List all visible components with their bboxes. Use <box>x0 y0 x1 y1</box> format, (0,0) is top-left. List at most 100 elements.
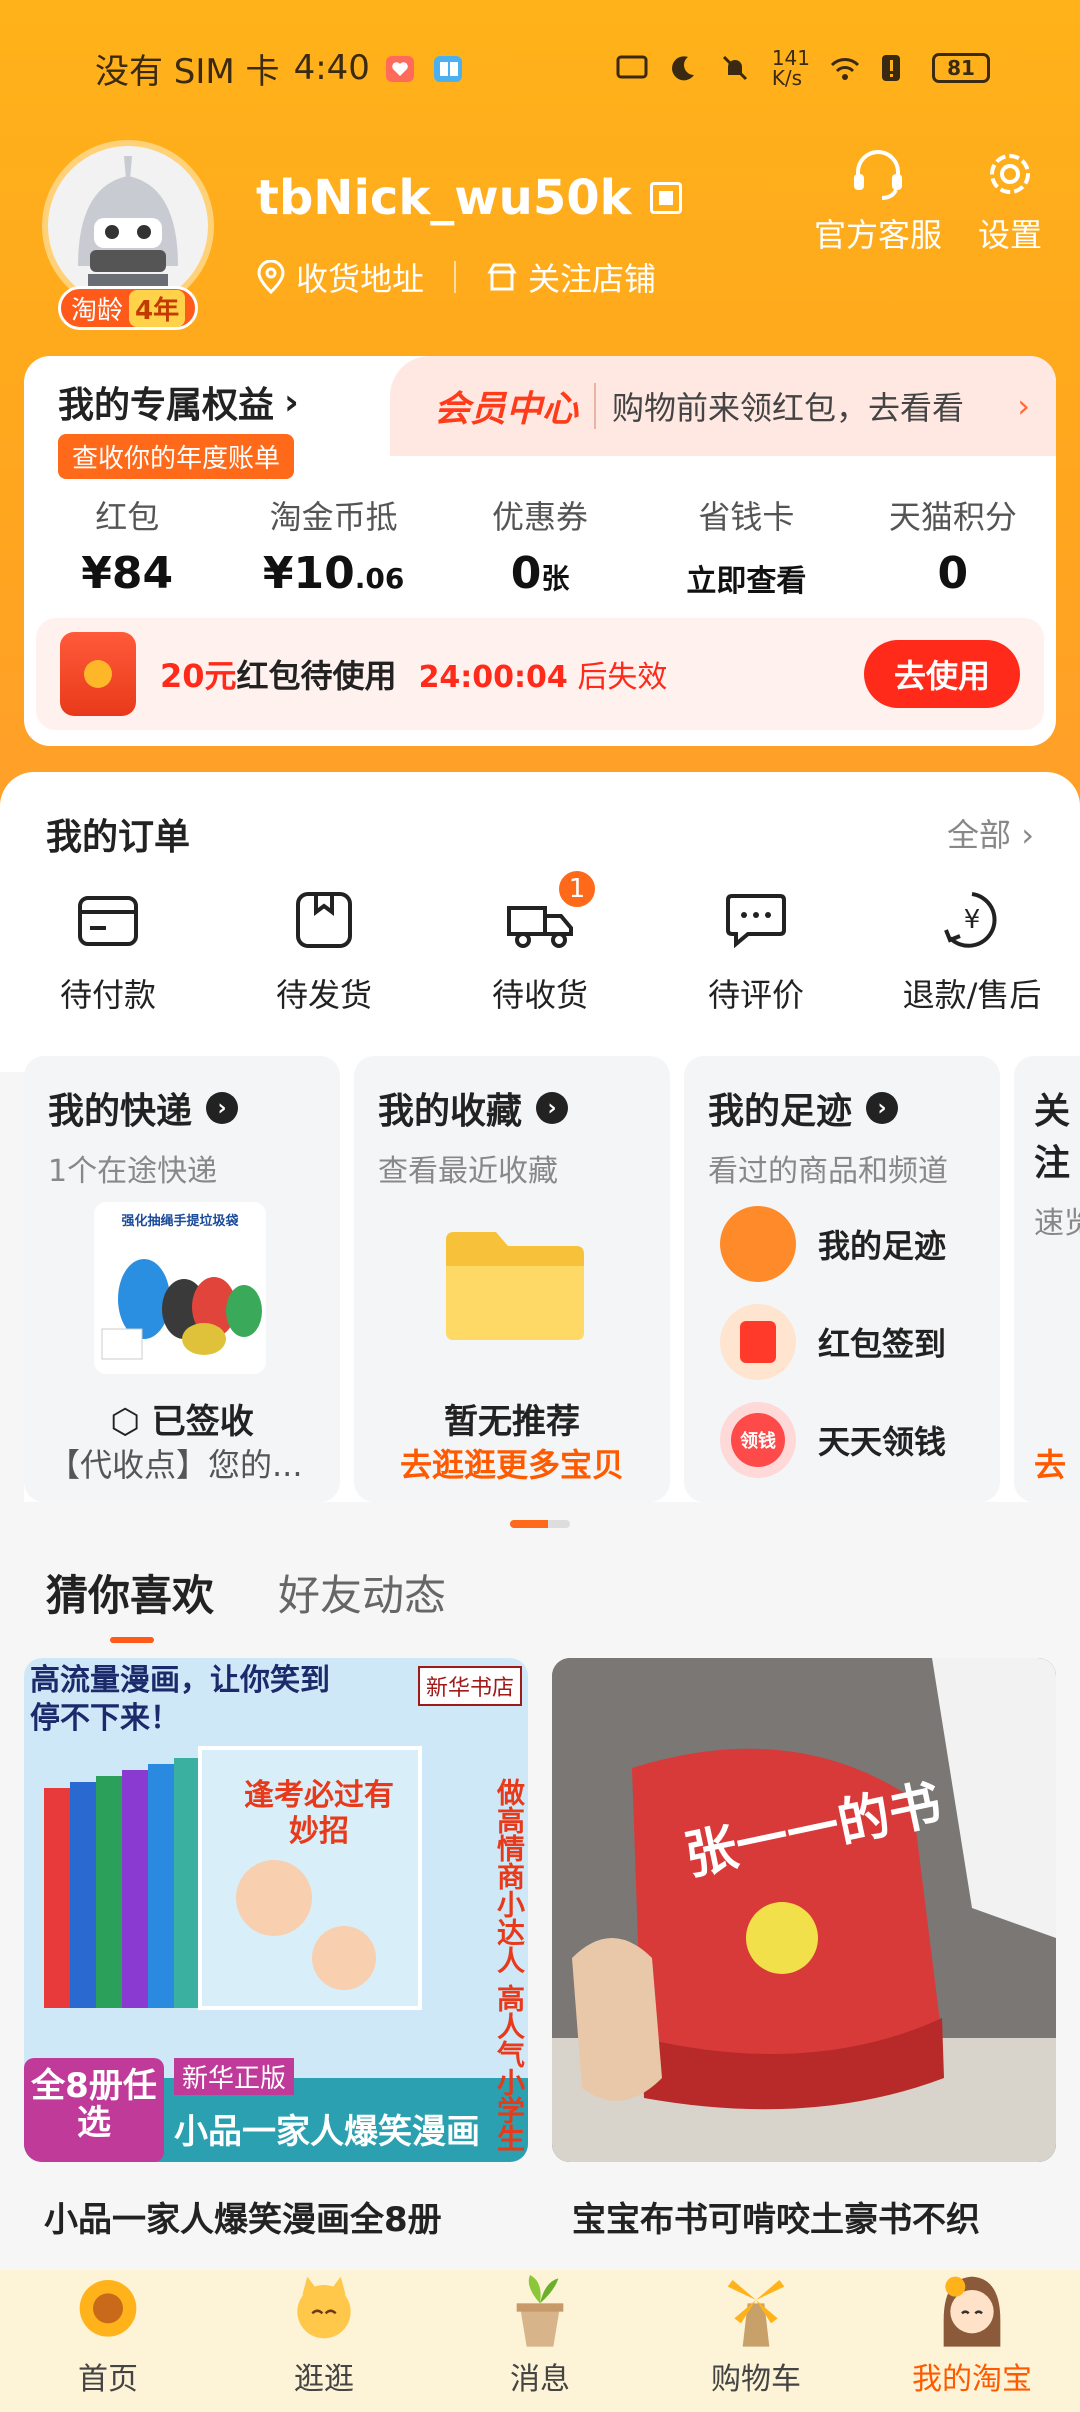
refund-icon: ¥ <box>944 892 997 948</box>
tab-home[interactable]: 首页 <box>0 2270 216 2412</box>
annual-bill-button[interactable]: 查收你的年度账单 <box>58 434 295 479</box>
qr-code-icon[interactable] <box>649 182 682 214</box>
product-image: 高流量漫画，让你笑到停不下来！ 新华书店 逢考必过有妙招 做高情商小达人 高人气… <box>24 1658 528 2162</box>
product-title: 宝宝布书可啃咬土豪书不织 <box>572 2200 980 2240</box>
footprint-icon <box>720 1206 796 1282</box>
vip-center-text: 购物前来领红包，去看看 <box>594 383 964 429</box>
net-speed: 141 K/s <box>771 46 810 90</box>
orders-all-link[interactable]: 全部 › <box>947 810 1034 856</box>
shortcut-cards: 我的快递 › 1个在途快递 强化抽绳手提垃圾袋 ⬡ 已签收 【代收点】您的... … <box>24 1056 1080 1502</box>
divider <box>454 261 457 293</box>
package-status: ⬡ 已签收 <box>110 1402 254 1442</box>
stat-red-packet[interactable]: 红包 ¥84 <box>24 492 230 600</box>
girl-avatar-icon <box>943 2276 1001 2347</box>
stat-gold-coin[interactable]: 淘金币抵 ¥10.06 <box>230 492 436 600</box>
benefits-title[interactable]: 我的专属权益 › <box>58 376 299 428</box>
carousel-indicator <box>510 1520 570 1528</box>
order-count-badge: 1 <box>556 868 598 910</box>
nickname[interactable]: tbNick_wu50k <box>256 170 682 226</box>
location-pin-icon <box>257 260 285 294</box>
tab-friends-activity[interactable]: 好友动态 <box>278 1562 446 1623</box>
alert-icon <box>880 53 914 83</box>
stat-tmall-points[interactable]: 天猫积分 0 <box>850 492 1056 600</box>
coupon-timer: 24:00:04 后失效 <box>418 660 668 695</box>
cast-icon <box>616 53 650 83</box>
folder-icon <box>446 1232 584 1340</box>
status-bar: 没有 SIM 卡 4:40 141 K/s 81 <box>0 40 1080 96</box>
tab-my-taobao[interactable]: 我的淘宝 <box>864 2270 1080 2412</box>
stat-saving-card[interactable]: 省钱卡 立即查看 <box>643 492 849 600</box>
card-my-favorites[interactable]: 我的收藏 › 查看最近收藏 暂无推荐 去逛逛更多宝贝 <box>354 1056 670 1502</box>
order-pending-payment[interactable]: 待付款 <box>0 890 216 1016</box>
chat-bubble-icon <box>726 894 786 949</box>
top-actions: 官方客服 设置 <box>814 146 1042 256</box>
gear-icon <box>989 154 1030 194</box>
nickname-text: tbNick_wu50k <box>256 170 632 226</box>
package-note: 【代收点】您的... <box>48 1446 303 1484</box>
order-pending-receipt[interactable]: 1 待收货 <box>432 868 648 1016</box>
orders-section: 我的订单 全部 › 待付款 待发货 1 待收货 待评价 ¥ 退款/售后 <box>0 772 1080 1072</box>
product-card[interactable]: 高流量漫画，让你笑到停不下来！ 新华书店 逢考必过有妙招 做高情商小达人 高人气… <box>24 1658 528 2240</box>
moon-icon <box>668 53 702 83</box>
package-box-icon: ⬡ <box>110 1402 140 1442</box>
cat-icon <box>297 2276 351 2339</box>
browse-more-link[interactable]: 去逛逛更多宝贝 <box>354 1440 670 1486</box>
tab-messages[interactable]: 消息 <box>432 2270 648 2412</box>
red-packet-reminder[interactable]: 20元红包待使用 24:00:04 后失效 去使用 <box>36 618 1044 730</box>
card-my-footprints[interactable]: 我的足迹 › 看过的商品和频道 我的足迹 红包签到 领钱 天天领钱 <box>684 1056 1000 1502</box>
box-icon <box>296 892 352 948</box>
book-app-icon <box>432 53 466 83</box>
daily-money-item[interactable]: 领钱 天天领钱 <box>720 1402 946 1478</box>
carrier-text: 没有 SIM 卡 <box>95 51 280 92</box>
benefit-stats: 红包 ¥84 淘金币抵 ¥10.06 优惠券 0张 省钱卡 立即查看 天猫积分 … <box>24 492 1056 600</box>
svg-text:¥: ¥ <box>964 905 981 935</box>
customer-service-button[interactable]: 官方客服 <box>814 146 942 256</box>
use-coupon-button[interactable]: 去使用 <box>864 640 1020 708</box>
order-pending-shipment[interactable]: 待发货 <box>216 890 432 1016</box>
profile-links: 收货地址 关注店铺 <box>256 254 656 300</box>
orders-title: 我的订单 <box>46 817 191 858</box>
plant-pot-icon <box>516 2275 564 2347</box>
settings-button[interactable]: 设置 <box>978 146 1042 256</box>
coupon-text: 20元红包待使用 <box>160 657 397 695</box>
card-following-partial[interactable]: 关注 速览 去 <box>1014 1056 1080 1502</box>
card-my-express[interactable]: 我的快递 › 1个在途快递 强化抽绳手提垃圾袋 ⬡ 已签收 【代收点】您的... <box>24 1056 340 1502</box>
footprint-item[interactable]: 我的足迹 <box>720 1206 946 1282</box>
arrow-right-icon: › <box>866 1092 899 1124</box>
wallet-icon <box>78 896 138 946</box>
shop-icon <box>487 263 517 291</box>
address-link[interactable]: 收货地址 <box>256 254 424 300</box>
chevron-right-icon: › <box>1017 387 1030 425</box>
arrow-right-icon: › <box>536 1092 569 1124</box>
windmill-icon <box>727 2280 785 2347</box>
order-pending-review[interactable]: 待评价 <box>648 890 864 1016</box>
vip-center-label: 会员中心 <box>434 389 579 430</box>
product-card[interactable]: 张一一的书 宝宝布书可啃咬土豪书不织 <box>552 1658 1056 2240</box>
chevron-right-icon: › <box>284 381 299 423</box>
account-age-badge: 淘龄 4年 <box>58 286 199 330</box>
tab-guess-you-like[interactable]: 猜你喜欢 <box>46 1562 214 1643</box>
product-title: 小品一家人爆笑漫画全8册 <box>44 2200 442 2240</box>
wifi-icon <box>828 53 862 83</box>
tab-explore[interactable]: 逛逛 <box>216 2270 432 2412</box>
sunflower-icon <box>79 2280 137 2337</box>
tab-cart[interactable]: 购物车 <box>648 2270 864 2412</box>
order-refund-aftersale[interactable]: ¥ 退款/售后 <box>864 890 1080 1016</box>
signin-item[interactable]: 红包签到 <box>720 1304 946 1380</box>
product-image: 张一一的书 <box>552 1658 1056 2162</box>
order-status-row: 待付款 待发货 1 待收货 待评价 ¥ 退款/售后 <box>0 868 1080 1016</box>
package-thumbnail: 强化抽绳手提垃圾袋 <box>94 1202 266 1374</box>
stat-coupons[interactable]: 优惠券 0张 <box>437 492 643 600</box>
red-packet-icon <box>60 632 136 716</box>
battery-indicator: 81 <box>932 53 990 83</box>
heart-app-icon <box>384 53 418 83</box>
benefits-card: 我的专属权益 › 查收你的年度账单 会员中心 购物前来领红包，去看看 › 红包 … <box>24 356 1056 746</box>
arrow-right-icon: › <box>206 1092 239 1124</box>
followed-shops-link[interactable]: 关注店铺 <box>486 254 656 300</box>
headset-icon <box>853 150 902 200</box>
mute-bell-icon <box>720 53 754 83</box>
red-packet-checkin-icon <box>720 1304 796 1380</box>
benefits-header: 我的专属权益 › 查收你的年度账单 会员中心 购物前来领红包，去看看 › <box>24 356 1056 479</box>
vip-center-banner[interactable]: 会员中心 购物前来领红包，去看看 › <box>390 356 1056 456</box>
bottom-tab-bar: 首页 逛逛 消息 购物车 我的淘宝 <box>0 2270 1080 2412</box>
